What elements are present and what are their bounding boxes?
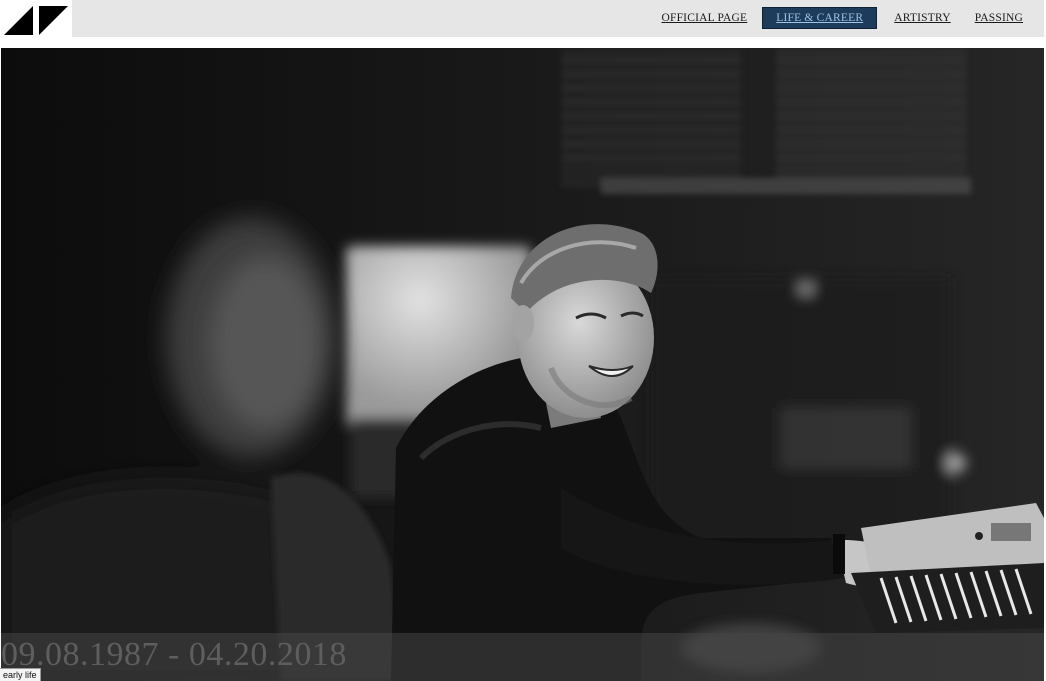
- hero-photo: [1, 48, 1044, 681]
- nav-artistry[interactable]: ARTISTRY: [887, 7, 958, 29]
- main-nav: OFFICIAL PAGE LIFE & CAREER ARTISTRY PAS…: [654, 7, 1030, 29]
- tooltip-early-life: early life: [0, 668, 41, 681]
- life-dates: 09.08.1987 - 04.20.2018: [1, 636, 347, 673]
- nav-passing[interactable]: PASSING: [968, 7, 1030, 29]
- dates-banner: 09.08.1987 - 04.20.2018: [1, 633, 1044, 681]
- avicii-logo-icon: [4, 6, 68, 35]
- nav-life-career[interactable]: LIFE & CAREER: [762, 7, 878, 29]
- logo[interactable]: [0, 0, 72, 40]
- nav-official-page[interactable]: OFFICIAL PAGE: [654, 7, 754, 29]
- hero-image: 09.08.1987 - 04.20.2018: [1, 48, 1044, 681]
- top-navigation-bar: OFFICIAL PAGE LIFE & CAREER ARTISTRY PAS…: [72, 0, 1044, 37]
- page: OFFICIAL PAGE LIFE & CAREER ARTISTRY PAS…: [0, 0, 1046, 681]
